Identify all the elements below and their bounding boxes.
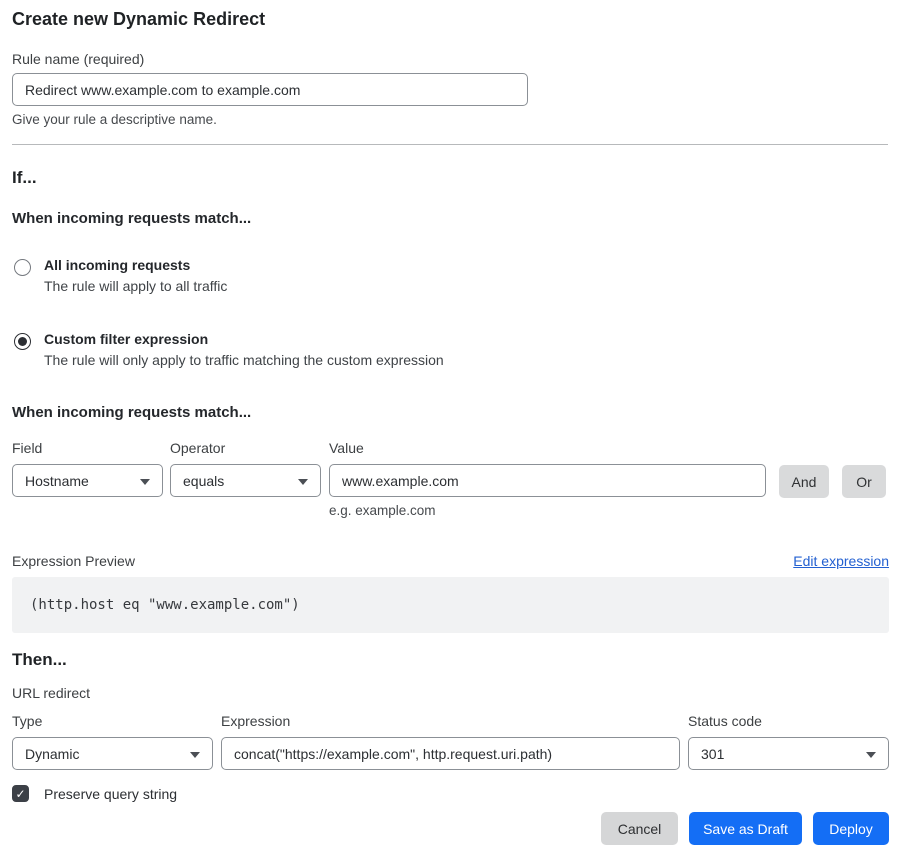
redirect-expression-label: Expression bbox=[221, 713, 680, 729]
if-heading: If... bbox=[12, 168, 37, 188]
chevron-down-icon bbox=[140, 479, 150, 485]
footer-actions: Cancel Save as Draft Deploy bbox=[601, 812, 889, 845]
chevron-down-icon bbox=[298, 479, 308, 485]
expression-preview-label: Expression Preview bbox=[12, 553, 135, 569]
value-helper: e.g. example.com bbox=[329, 503, 766, 518]
redirect-expression-input[interactable] bbox=[221, 737, 680, 770]
option-label: Custom filter expression bbox=[44, 331, 444, 347]
field-select[interactable]: Hostname bbox=[12, 464, 163, 497]
cancel-button[interactable]: Cancel bbox=[601, 812, 678, 845]
url-redirect-label: URL redirect bbox=[12, 685, 90, 701]
expression-preview-code-block: (http.host eq "www.example.com") bbox=[12, 577, 889, 633]
filter-match-heading: When incoming requests match... bbox=[12, 404, 251, 421]
check-icon: ✓ bbox=[15, 788, 25, 800]
status-code-select-value: 301 bbox=[701, 746, 724, 762]
option-custom-filter-expression[interactable]: Custom filter expression The rule will o… bbox=[14, 331, 444, 368]
match-heading: When incoming requests match... bbox=[12, 210, 251, 227]
rule-name-input[interactable] bbox=[12, 73, 528, 106]
option-description: The rule will only apply to traffic matc… bbox=[44, 352, 444, 368]
edit-expression-link[interactable]: Edit expression bbox=[793, 553, 889, 569]
radio-icon[interactable] bbox=[14, 333, 31, 350]
or-button[interactable]: Or bbox=[842, 465, 886, 498]
preserve-query-row[interactable]: ✓ Preserve query string bbox=[12, 785, 177, 802]
chevron-down-icon bbox=[190, 752, 200, 758]
value-input[interactable] bbox=[329, 464, 766, 497]
field-select-value: Hostname bbox=[25, 473, 89, 489]
save-as-draft-button[interactable]: Save as Draft bbox=[689, 812, 802, 845]
operator-select[interactable]: equals bbox=[170, 464, 321, 497]
status-code-select[interactable]: 301 bbox=[688, 737, 889, 770]
value-label: Value bbox=[329, 440, 766, 456]
type-select-value: Dynamic bbox=[25, 746, 79, 762]
type-select[interactable]: Dynamic bbox=[12, 737, 213, 770]
operator-select-value: equals bbox=[183, 473, 224, 489]
status-code-label: Status code bbox=[688, 713, 889, 729]
and-button[interactable]: And bbox=[779, 465, 829, 498]
option-all-incoming-requests[interactable]: All incoming requests The rule will appl… bbox=[14, 257, 227, 294]
section-divider bbox=[12, 144, 888, 145]
type-label: Type bbox=[12, 713, 213, 729]
create-dynamic-redirect-form: Create new Dynamic Redirect Rule name (r… bbox=[0, 0, 907, 859]
deploy-button[interactable]: Deploy bbox=[813, 812, 889, 845]
chevron-down-icon bbox=[866, 752, 876, 758]
page-title: Create new Dynamic Redirect bbox=[12, 9, 265, 30]
field-label: Field bbox=[12, 440, 163, 456]
rule-name-label: Rule name (required) bbox=[12, 51, 144, 67]
option-description: The rule will apply to all traffic bbox=[44, 278, 227, 294]
expression-code: (http.host eq "www.example.com") bbox=[30, 597, 300, 613]
then-heading: Then... bbox=[12, 650, 67, 670]
preserve-query-label: Preserve query string bbox=[44, 786, 177, 802]
option-label: All incoming requests bbox=[44, 257, 227, 273]
radio-icon[interactable] bbox=[14, 259, 31, 276]
operator-label: Operator bbox=[170, 440, 321, 456]
preserve-query-checkbox[interactable]: ✓ bbox=[12, 785, 29, 802]
rule-name-helper: Give your rule a descriptive name. bbox=[12, 112, 217, 127]
